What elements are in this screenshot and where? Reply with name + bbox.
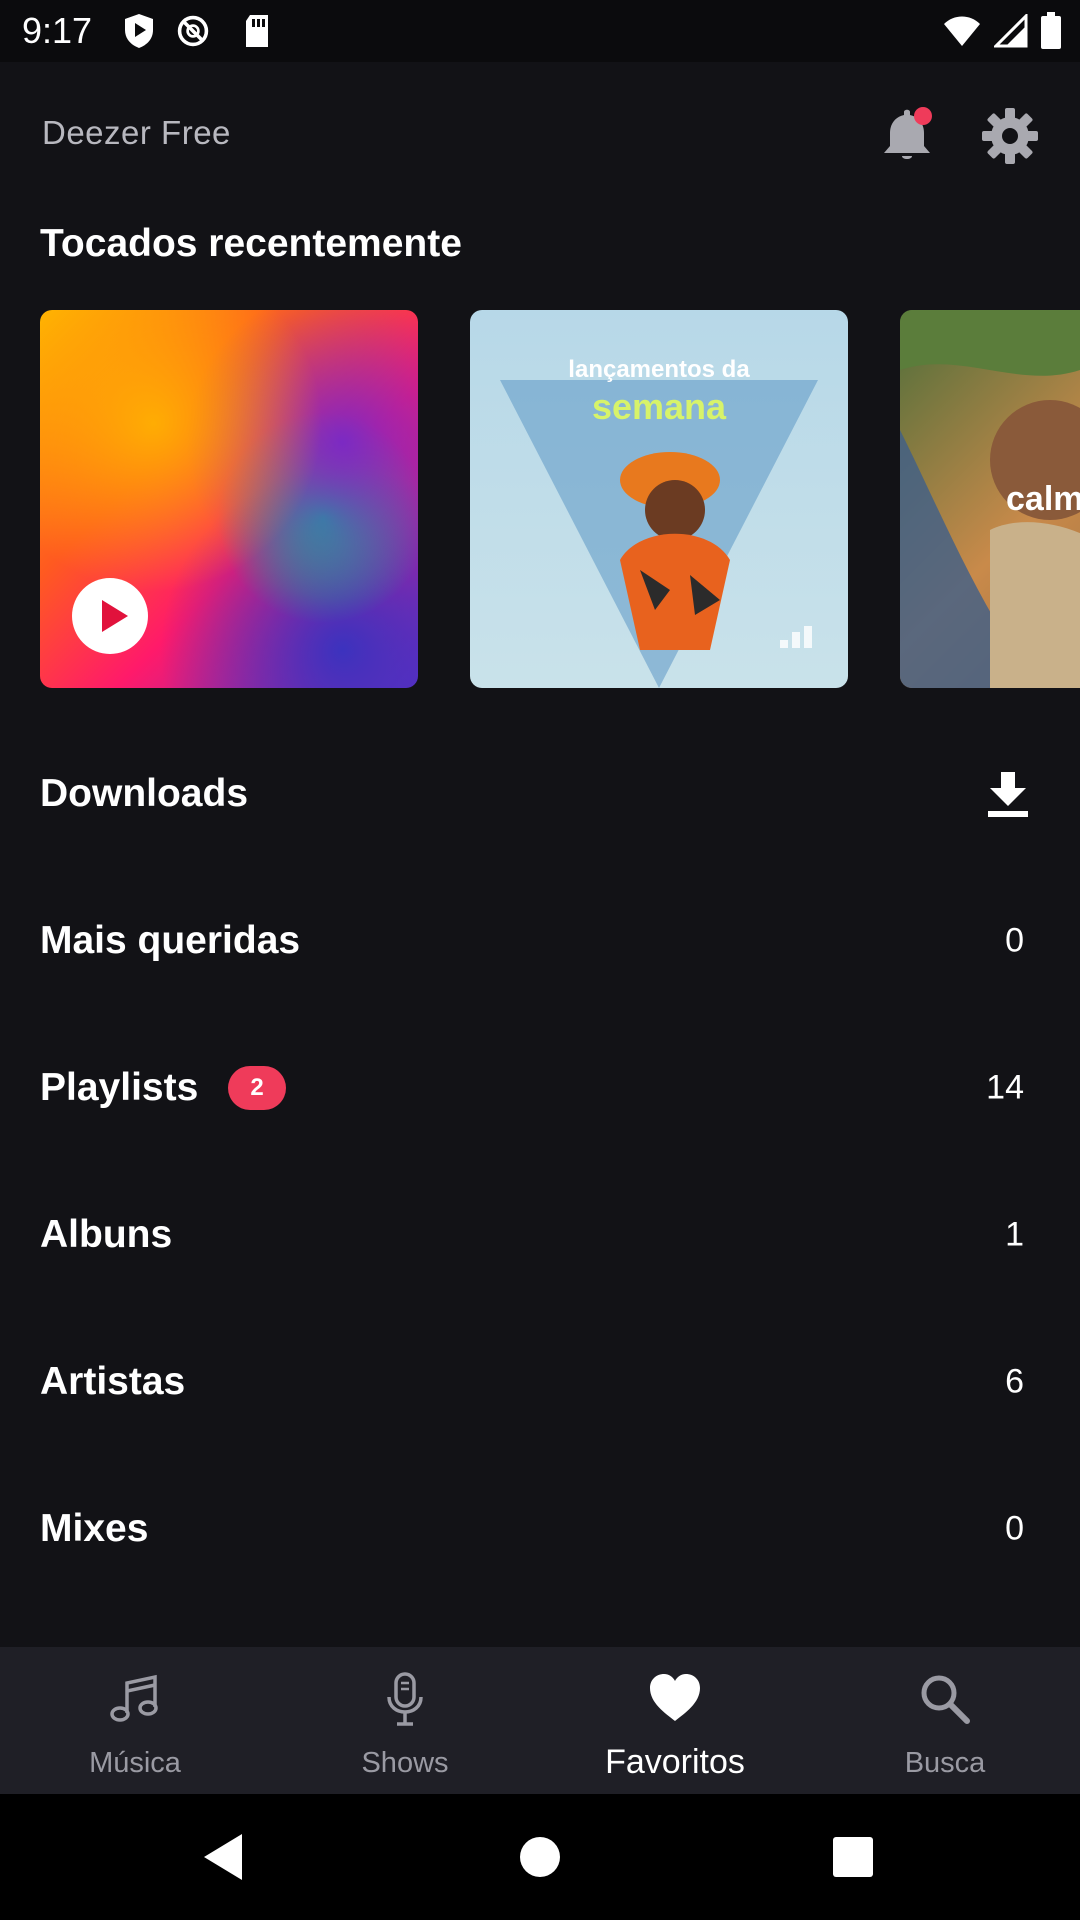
row-count: 1 [1005, 1215, 1024, 1253]
tab-shows[interactable]: Shows [270, 1647, 540, 1794]
tab-label: Favoritos [605, 1743, 745, 1781]
row-albums[interactable]: Albuns 1 [0, 1161, 1080, 1308]
row-favorites[interactable]: Mais queridas 0 [0, 867, 1080, 1014]
recently-played-carousel[interactable]: lançamentos da semana calm [0, 310, 1080, 688]
shield-play-icon [125, 14, 153, 48]
tab-music[interactable]: Música [0, 1647, 270, 1794]
gear-icon [982, 108, 1038, 164]
row-label: Mais queridas [40, 918, 301, 962]
tab-label: Música [89, 1747, 181, 1779]
row-playlists[interactable]: Playlists 2 14 [0, 1014, 1080, 1161]
new-releases-subtitle: semana [591, 386, 727, 427]
row-label: Albuns [40, 1212, 173, 1256]
bell-icon [884, 107, 932, 159]
tab-label: Busca [904, 1747, 986, 1779]
wifi-icon [944, 16, 980, 46]
flow-card[interactable] [40, 310, 418, 688]
row-artists[interactable]: Artistas 6 [0, 1308, 1080, 1455]
row-label: Artistas [40, 1359, 186, 1403]
status-bar: 9:17 [0, 0, 1080, 62]
row-label: Mixes [40, 1506, 149, 1550]
row-mixes[interactable]: Mixes 0 [0, 1455, 1080, 1602]
battery-icon [1041, 12, 1061, 49]
tab-label: Shows [361, 1747, 449, 1779]
recents-icon[interactable] [826, 1830, 880, 1884]
row-label: Playlists [40, 1065, 199, 1109]
heart-icon [650, 1674, 700, 1721]
system-navigation-bar [0, 1794, 1080, 1920]
microphone-icon [387, 1672, 423, 1726]
home-icon[interactable] [513, 1830, 567, 1884]
recently-played-title: Tocados recentemente [40, 222, 462, 265]
calm-card-title: calm [1006, 480, 1080, 518]
back-icon[interactable] [198, 1830, 252, 1884]
settings-button[interactable] [980, 106, 1040, 166]
bottom-nav: Música Shows Favoritos Busca [0, 1647, 1080, 1794]
new-playlists-badge: 2 [228, 1065, 286, 1110]
cellular-signal-icon [994, 14, 1028, 48]
app-header: Deezer Free [0, 62, 1080, 202]
download-icon [988, 771, 1028, 817]
row-downloads[interactable]: Downloads [0, 720, 1080, 867]
calm-card[interactable]: calm [900, 310, 1080, 688]
notification-dot [914, 107, 932, 125]
status-time: 9:17 [22, 10, 93, 51]
new-releases-card[interactable]: lançamentos da semana [470, 310, 848, 688]
music-note-icon [110, 1674, 158, 1722]
row-label: Downloads [40, 771, 249, 815]
no-signal-circle-icon [177, 15, 209, 47]
new-releases-title: lançamentos da [568, 356, 750, 383]
search-icon [921, 1675, 970, 1724]
status-right-icons [942, 10, 1062, 52]
tab-favorites[interactable]: Favoritos [540, 1647, 810, 1794]
app-title: Deezer Free [42, 114, 231, 151]
tab-search[interactable]: Busca [810, 1647, 1080, 1794]
row-count: 0 [1005, 921, 1024, 959]
row-count: 14 [986, 1068, 1024, 1106]
play-button[interactable] [72, 578, 148, 654]
row-count: 6 [1005, 1362, 1024, 1400]
notifications-button[interactable] [880, 106, 936, 166]
row-count: 0 [1005, 1509, 1024, 1547]
sd-card-icon [246, 15, 268, 47]
